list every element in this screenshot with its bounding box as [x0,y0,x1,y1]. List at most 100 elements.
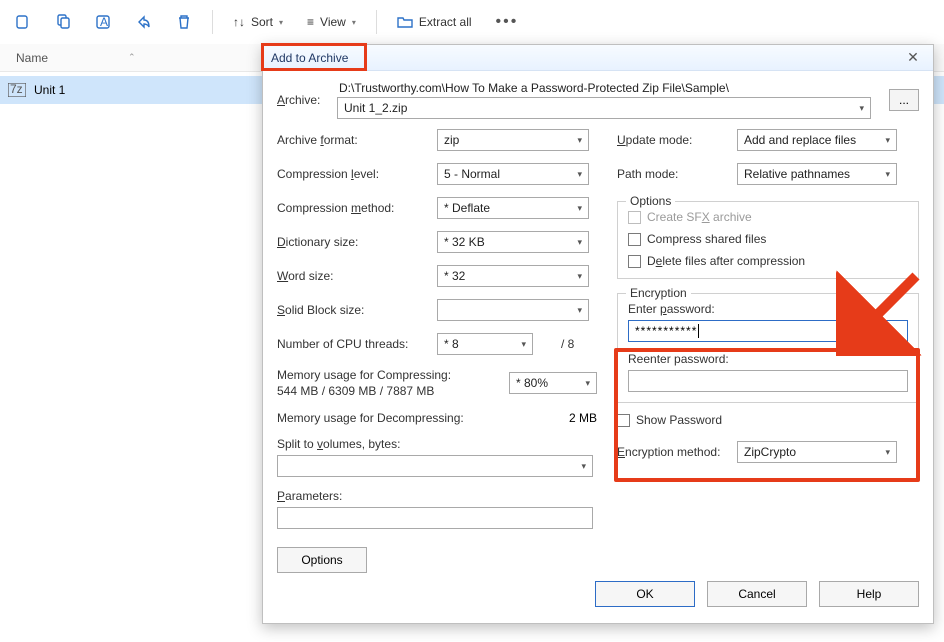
encryption-group: Encryption Enter password: *********** R… [617,293,919,403]
chevron-down-icon: ▾ [577,169,582,180]
mem-comp-select[interactable]: * 80%▾ [509,372,597,394]
enter-pw-input[interactable]: *********** [628,320,908,342]
method-label: Compression method: [277,201,437,215]
show-pw-checkbox[interactable]: Show Password [617,413,919,427]
format-select[interactable]: zip▾ [437,129,589,151]
reenter-pw-input[interactable] [628,370,908,392]
pathmode-select[interactable]: Relative pathnames▾ [737,163,897,185]
threads-total: / 8 [561,337,574,351]
add-to-archive-dialog: Add to Archive ✕ Archive: D:\Trustworthy… [262,44,934,624]
archive-path: D:\Trustworthy.com\How To Make a Passwor… [339,81,871,95]
reenter-pw-label: Reenter password: [628,352,908,366]
archive-label: Archive: [277,93,333,107]
extract-button[interactable]: Extract all [389,10,480,35]
sort-button[interactable]: ↑↓ Sort ▾ [225,11,291,33]
text-cursor [698,324,699,338]
split-label: Split to volumes, bytes: [277,437,597,451]
sort-icon: ↑↓ [233,15,245,29]
cancel-button[interactable]: Cancel [707,581,807,607]
chevron-down-icon: ▾ [521,339,526,350]
sfx-checkbox: Create SFX archive [628,210,908,224]
update-label: Update mode: [617,133,737,147]
svg-text:A: A [100,15,108,29]
chevron-down-icon: ▾ [585,378,590,389]
options-group-title: Options [626,194,675,208]
block-select[interactable]: ▾ [437,299,589,321]
column-name-label: Name [16,51,48,65]
dialog-titlebar[interactable]: Add to Archive ✕ [263,45,933,71]
checkbox-icon [628,211,641,224]
level-select[interactable]: 5 - Normal▾ [437,163,589,185]
ok-button[interactable]: OK [595,581,695,607]
mem-comp-sub: 544 MB / 6309 MB / 7887 MB [277,383,451,399]
dialog-title: Add to Archive [271,51,348,65]
dict-label: Dictionary size: [277,235,437,249]
enc-method-select[interactable]: ZipCrypto▾ [737,441,897,463]
extract-icon [397,14,413,31]
mem-decomp-label: Memory usage for Decompressing: [277,411,464,425]
mem-decomp-value: 2 MB [569,411,597,425]
view-icon: ≡ [307,15,314,29]
options-button[interactable]: Options [277,547,367,573]
dialog-body: Archive: D:\Trustworthy.com\How To Make … [263,71,933,623]
view-button[interactable]: ≡ View ▾ [299,11,364,33]
enc-method-label: Encryption method: [617,445,737,459]
params-input[interactable] [277,507,593,529]
help-button[interactable]: Help [819,581,919,607]
chevron-down-icon: ▾ [577,305,582,316]
delete-checkbox[interactable]: Delete files after compression [628,254,908,268]
checkbox-icon [628,233,641,246]
chevron-down-icon: ▾ [577,203,582,214]
share-icon[interactable] [128,6,160,38]
dialog-buttons: OK Cancel Help [277,573,919,615]
options-group: Options Create SFX archive Compress shar… [617,201,919,279]
extract-label: Extract all [419,15,472,29]
method-select[interactable]: * Deflate▾ [437,197,589,219]
encryption-group-title: Encryption [626,286,691,300]
checkbox-icon [628,255,641,268]
more-button[interactable]: ••• [488,13,527,31]
svg-text:7z: 7z [10,83,23,96]
main-toolbar: A ↑↓ Sort ▾ ≡ View ▾ Extract all ••• [0,0,944,44]
chevron-down-icon: ▾ [885,447,890,458]
chevron-down-icon: ▾ [577,237,582,248]
word-select[interactable]: * 32▾ [437,265,589,287]
browse-label: ... [899,93,909,107]
separator [212,10,213,34]
level-label: Compression level: [277,167,437,181]
dict-select[interactable]: * 32 KB▾ [437,231,589,253]
column-name[interactable]: Name ⌃ [16,51,216,65]
chevron-down-icon: ▾ [279,18,283,27]
copy-icon[interactable] [48,6,80,38]
pathmode-label: Path mode: [617,167,737,181]
file-name: Unit 1 [34,83,65,97]
view-label: View [320,15,346,29]
close-icon[interactable]: ✕ [901,49,925,66]
shared-checkbox[interactable]: Compress shared files [628,232,908,246]
chevron-down-icon: ▾ [885,135,890,146]
separator [376,10,377,34]
archive-filename: Unit 1_2.zip [344,101,407,115]
block-label: Solid Block size: [277,303,437,317]
delete-icon[interactable] [168,6,200,38]
new-tab-icon[interactable] [8,6,40,38]
chevron-down-icon: ▾ [352,18,356,27]
chevron-down-icon: ▾ [577,135,582,146]
params-label: Parameters: [277,489,597,503]
chevron-down-icon: ▾ [859,103,864,114]
threads-select[interactable]: * 8▾ [437,333,533,355]
chevron-down-icon: ▾ [581,461,586,472]
sort-label: Sort [251,15,273,29]
threads-label: Number of CPU threads: [277,337,437,351]
update-select[interactable]: Add and replace files▾ [737,129,897,151]
enter-pw-label: Enter password: [628,302,908,316]
archive-filename-select[interactable]: Unit 1_2.zip ▾ [337,97,871,119]
archive-icon: 7z [8,83,26,97]
chevron-down-icon: ▾ [885,169,890,180]
rename-icon[interactable]: A [88,6,120,38]
split-select[interactable]: ▾ [277,455,593,477]
sort-indicator-icon: ⌃ [128,52,136,63]
browse-button[interactable]: ... [889,89,919,111]
checkbox-icon [617,414,630,427]
chevron-down-icon: ▾ [577,271,582,282]
